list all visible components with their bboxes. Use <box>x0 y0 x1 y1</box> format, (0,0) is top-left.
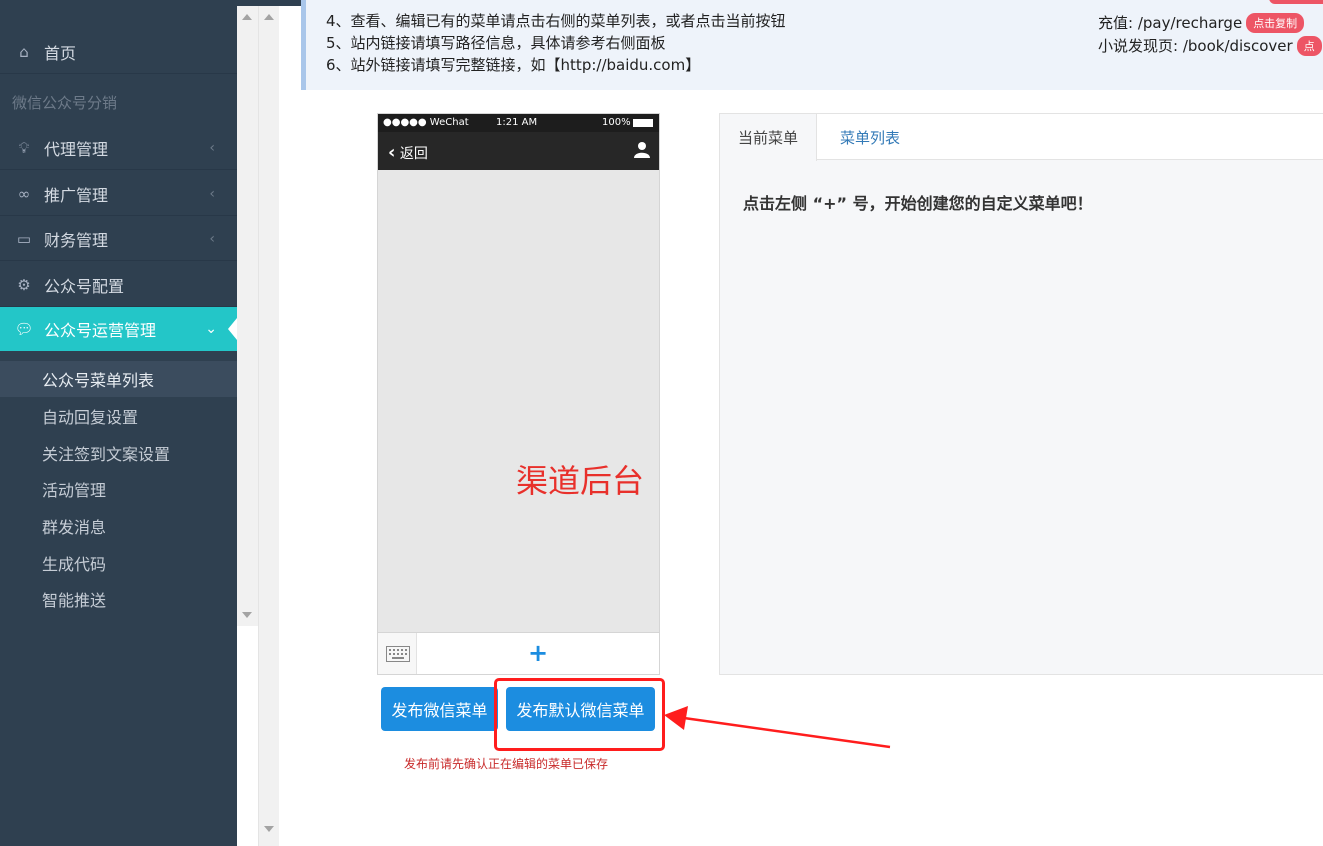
sidebar-item-promotion[interactable]: ∞ 推广管理 ‹ <box>0 172 237 216</box>
chevron-left-icon: ‹ <box>209 230 215 247</box>
phone-preview: ●●●●● WeChat 1:21 AM 100% ‹ 返回 + <box>377 113 660 675</box>
sidebar-item-label: 推广管理 <box>44 185 109 205</box>
instruction-line-6: 6、站外链接请填写完整链接，如【http://baidu.com】 <box>326 56 701 74</box>
sidebar-subitem-follow-checkin[interactable]: 关注签到文案设置 <box>0 435 237 471</box>
chevron-down-icon: ⌄ <box>205 321 217 337</box>
home-icon: ⌂ <box>19 42 29 61</box>
chevron-left-icon: ‹ <box>388 142 396 163</box>
sidebar-item-home[interactable]: ⌂ 首页 <box>0 30 237 74</box>
wallet-icon: ▭ <box>16 229 32 248</box>
publish-menu-button[interactable]: 发布微信菜单 <box>381 687 498 731</box>
recharge-path-text: 充值: /pay/recharge <box>1098 14 1243 32</box>
instruction-line-4: 4、查看、编辑已有的菜单请点击右侧的菜单列表，或者点击当前按钮 <box>326 12 786 30</box>
copy-button[interactable]: 点击复制 <box>1246 13 1305 33</box>
content-scrollbar[interactable] <box>258 6 279 846</box>
lightbulb-icon: 💡︎ <box>18 138 30 157</box>
battery-label: 100% <box>602 117 631 128</box>
sidebar-subitem-auto-reply[interactable]: 自动回复设置 <box>0 398 237 434</box>
back-label: 返回 <box>399 146 428 162</box>
back-button[interactable]: ‹ 返回 <box>388 142 428 163</box>
empty-menu-message: 点击左侧 “+” 号，开始创建您的自定义菜单吧！ <box>743 194 1093 213</box>
sidebar-subitem-generate-code[interactable]: 生成代码 <box>0 545 237 581</box>
discover-path: 小说发现页: /book/discover 点 <box>1098 35 1322 56</box>
tab-bar: 当前菜单 菜单列表 <box>720 114 1323 161</box>
chat-icon: 💬︎ <box>14 320 34 338</box>
instruction-line-5: 5、站内链接请填写路径信息，具体请参考右侧面板 <box>326 34 666 52</box>
instructions-notice: 4、查看、编辑已有的菜单请点击右侧的菜单列表，或者点击当前按钮 5、站内链接请填… <box>301 0 1323 90</box>
phone-nav-bar: ‹ 返回 <box>378 132 659 170</box>
annotation-highlight-box <box>494 678 665 751</box>
clock-label: 1:21 AM <box>496 117 538 128</box>
sidebar-item-agent[interactable]: 💡︎ 代理管理 ‹ <box>0 126 237 170</box>
add-menu-button[interactable]: + <box>528 639 548 667</box>
sidebar-item-finance[interactable]: ▭ 财务管理 ‹ <box>0 217 237 261</box>
page: ⌂ 首页 微信公众号分销 💡︎ 代理管理 ‹ ∞ 推广管理 ‹ ▭ 财务管理 ‹… <box>0 0 1323 846</box>
sidebar-item-operations[interactable]: 💬︎ 公众号运营管理 ⌄ <box>0 307 237 351</box>
sidebar: ⌂ 首页 微信公众号分销 💡︎ 代理管理 ‹ ∞ 推广管理 ‹ ▭ 财务管理 ‹… <box>0 0 237 846</box>
sidebar-item-label: 公众号配置 <box>44 276 125 296</box>
sidebar-item-config[interactable]: ⚙ 公众号配置 <box>0 263 237 307</box>
annotation-label: 渠道后台 <box>516 462 645 500</box>
menu-editor-panel: 当前菜单 菜单列表 点击左侧 “+” 号，开始创建您的自定义菜单吧！ <box>719 113 1323 675</box>
publish-hint: 发布前请先确认正在编辑的菜单已保存 <box>404 757 609 771</box>
scroll-up-icon[interactable] <box>264 14 274 20</box>
sidebar-scrollbar[interactable] <box>237 28 258 626</box>
tab-menu-list[interactable]: 菜单列表 <box>822 114 918 161</box>
chevron-left-icon: ‹ <box>209 185 215 202</box>
gear-icon: ⚙ <box>17 275 31 294</box>
sidebar-subitem-smart-push[interactable]: 智能推送 <box>0 581 237 617</box>
scroll-down-icon[interactable] <box>242 612 252 618</box>
recharge-path: 充值: /pay/recharge 点击复制 <box>1098 12 1305 33</box>
sidebar-item-label: 首页 <box>44 43 77 63</box>
user-icon[interactable] <box>633 140 651 158</box>
scroll-down-icon[interactable] <box>264 826 274 832</box>
keyboard-icon[interactable] <box>378 633 417 674</box>
carrier-label: ●●●●● WeChat <box>383 117 469 128</box>
chevron-left-icon: ‹ <box>209 139 215 156</box>
phone-menu-bar: + <box>378 632 659 674</box>
sidebar-scrollbar-top[interactable] <box>237 6 258 28</box>
sidebar-subitem-menu-list[interactable]: 公众号菜单列表 <box>0 361 237 397</box>
sidebar-item-label: 代理管理 <box>44 139 109 159</box>
copy-badge-partial[interactable] <box>1269 0 1323 4</box>
sidebar-group-label: 微信公众号分销 <box>12 94 118 112</box>
link-icon: ∞ <box>17 184 31 203</box>
tab-current-menu[interactable]: 当前菜单 <box>720 114 818 161</box>
sidebar-item-label: 公众号运营管理 <box>44 321 157 340</box>
copy-button[interactable]: 点 <box>1296 36 1322 56</box>
phone-status-bar: ●●●●● WeChat 1:21 AM 100% <box>378 114 659 132</box>
sidebar-item-label: 财务管理 <box>44 230 109 250</box>
sidebar-subitem-activities[interactable]: 活动管理 <box>0 471 237 507</box>
sidebar-subitem-broadcast[interactable]: 群发消息 <box>0 508 237 544</box>
battery-icon <box>633 119 653 127</box>
discover-path-text: 小说发现页: /book/discover <box>1098 37 1293 55</box>
annotation-arrow-icon <box>664 706 891 749</box>
